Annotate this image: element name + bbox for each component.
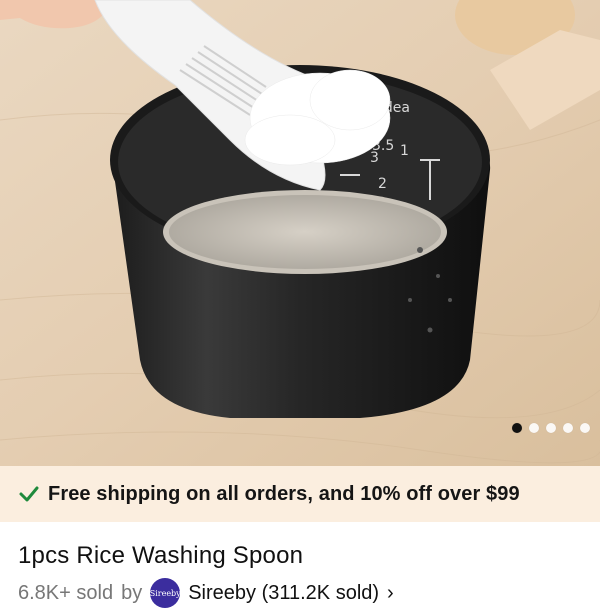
svg-text:3: 3: [370, 150, 379, 166]
pagination-dot-2[interactable]: [529, 423, 539, 433]
store-avatar-text: Sireeby: [149, 588, 181, 598]
by-label: by: [121, 581, 143, 604]
store-name-link[interactable]: Sireeby (311.2K sold): [188, 582, 379, 605]
product-photo: idea 3.5 3 2 1: [0, 0, 600, 466]
pagination-dot-3[interactable]: [546, 423, 556, 433]
pagination-dot-5[interactable]: [580, 423, 590, 433]
gallery-pagination[interactable]: [512, 423, 590, 433]
store-avatar[interactable]: Sireeby: [149, 578, 181, 608]
sold-count: 6.8K+ sold: [18, 581, 114, 604]
svg-text:2: 2: [378, 176, 387, 192]
chevron-right-icon[interactable]: ›: [387, 582, 394, 605]
product-image-gallery[interactable]: idea 3.5 3 2 1: [0, 0, 600, 466]
free-shipping-banner[interactable]: Free shipping on all orders, and 10% off…: [0, 466, 600, 522]
svg-text:1: 1: [400, 143, 409, 159]
checkmark-icon: [19, 486, 39, 502]
product-title: 1pcs Rice Washing Spoon: [18, 542, 304, 569]
pagination-dot-4[interactable]: [563, 423, 573, 433]
shipping-text: Free shipping on all orders, and 10% off…: [48, 482, 520, 505]
product-meta: 6.8K+ sold by Sireeby Sireeby (311.2K so…: [18, 578, 394, 608]
pagination-dot-1[interactable]: [512, 423, 522, 433]
